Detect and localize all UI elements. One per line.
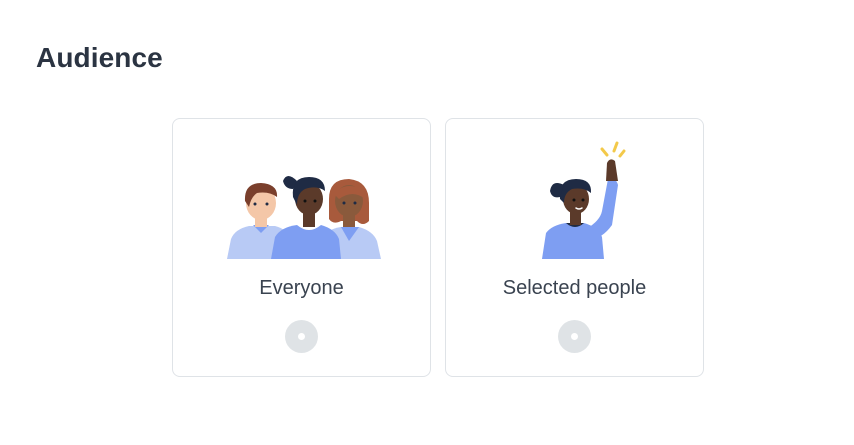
radio-dot bbox=[298, 333, 305, 340]
audience-options: Everyone Selected people bbox=[172, 118, 704, 377]
option-label-selected-people: Selected people bbox=[502, 277, 647, 299]
person-raising-hand-illustration bbox=[446, 141, 703, 259]
audience-page: Audience Everyone Selected people bbox=[0, 0, 854, 445]
group-of-people-illustration bbox=[173, 141, 430, 259]
radio-button-everyone[interactable] bbox=[285, 320, 318, 353]
page-title: Audience bbox=[36, 42, 163, 73]
option-label-everyone: Everyone bbox=[259, 277, 344, 299]
radio-dot bbox=[571, 333, 578, 340]
option-card-everyone[interactable]: Everyone bbox=[172, 118, 431, 377]
option-card-selected-people[interactable]: Selected people bbox=[445, 118, 704, 377]
radio-button-selected-people[interactable] bbox=[558, 320, 591, 353]
